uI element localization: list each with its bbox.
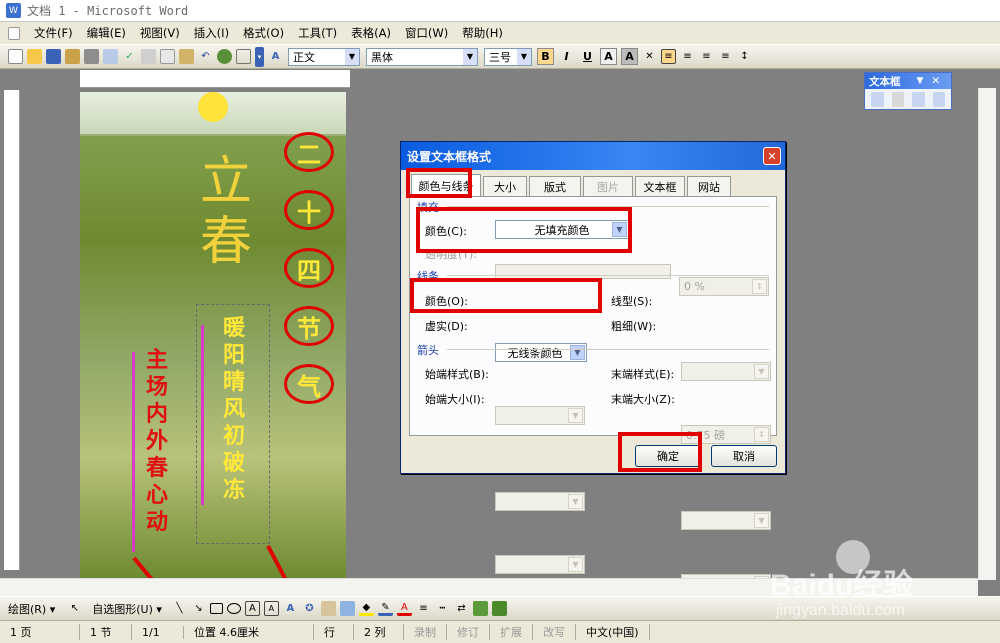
status-line: 行 — [314, 624, 354, 640]
arrow-style-icon[interactable]: ⇄ — [454, 601, 469, 616]
line-color-icon[interactable]: ✎ — [377, 601, 393, 616]
dash-style-icon[interactable]: ┅ — [435, 601, 450, 616]
watermark-brand: Baidu经验 — [770, 569, 914, 602]
status-pages: 1/1 — [132, 625, 184, 639]
select-objects-icon[interactable]: ↖ — [67, 601, 82, 616]
status-ovr[interactable]: 改写 — [533, 624, 576, 640]
status-trk[interactable]: 修订 — [447, 624, 490, 640]
status-page: 1 页 — [0, 624, 80, 640]
status-section: 1 节 — [80, 624, 132, 640]
status-position: 位置 4.6厘米 — [184, 624, 314, 640]
status-rec[interactable]: 录制 — [404, 624, 447, 640]
status-lang: 中文(中国) — [576, 624, 650, 640]
arrow-tool-icon[interactable]: ↘ — [191, 601, 206, 616]
draw-menu[interactable]: 绘图(R) ▾ — [8, 601, 55, 617]
status-ext[interactable]: 扩展 — [490, 624, 533, 640]
diagram-icon[interactable]: ✪ — [302, 601, 317, 616]
wordart-icon[interactable]: A — [283, 601, 298, 616]
rectangle-tool-icon[interactable] — [209, 603, 223, 614]
line-style-icon[interactable]: ≡ — [416, 601, 431, 616]
autoshapes-menu[interactable]: 自选图形(U) ▾ — [92, 601, 162, 617]
oval-tool-icon[interactable] — [226, 603, 241, 614]
vertical-scrollbar[interactable] — [978, 88, 996, 580]
font-color-icon[interactable]: A — [396, 601, 412, 616]
fill-color-icon[interactable]: ◆ — [358, 601, 374, 616]
textbox-tool-icon[interactable]: A — [244, 601, 260, 616]
clipart-icon[interactable] — [320, 601, 336, 616]
line-tool-icon[interactable]: ╲ — [172, 601, 187, 616]
picture-icon[interactable] — [339, 601, 355, 616]
watermark-url: jingyan.baidu.com — [776, 602, 905, 619]
status-col: 2 列 — [354, 624, 404, 640]
3d-icon[interactable] — [491, 601, 507, 616]
vertical-textbox-tool-icon[interactable]: A — [263, 601, 279, 616]
shadow-icon[interactable] — [472, 601, 488, 616]
baidu-watermark: Baidu经验 jingyan.baidu.com — [770, 540, 990, 630]
